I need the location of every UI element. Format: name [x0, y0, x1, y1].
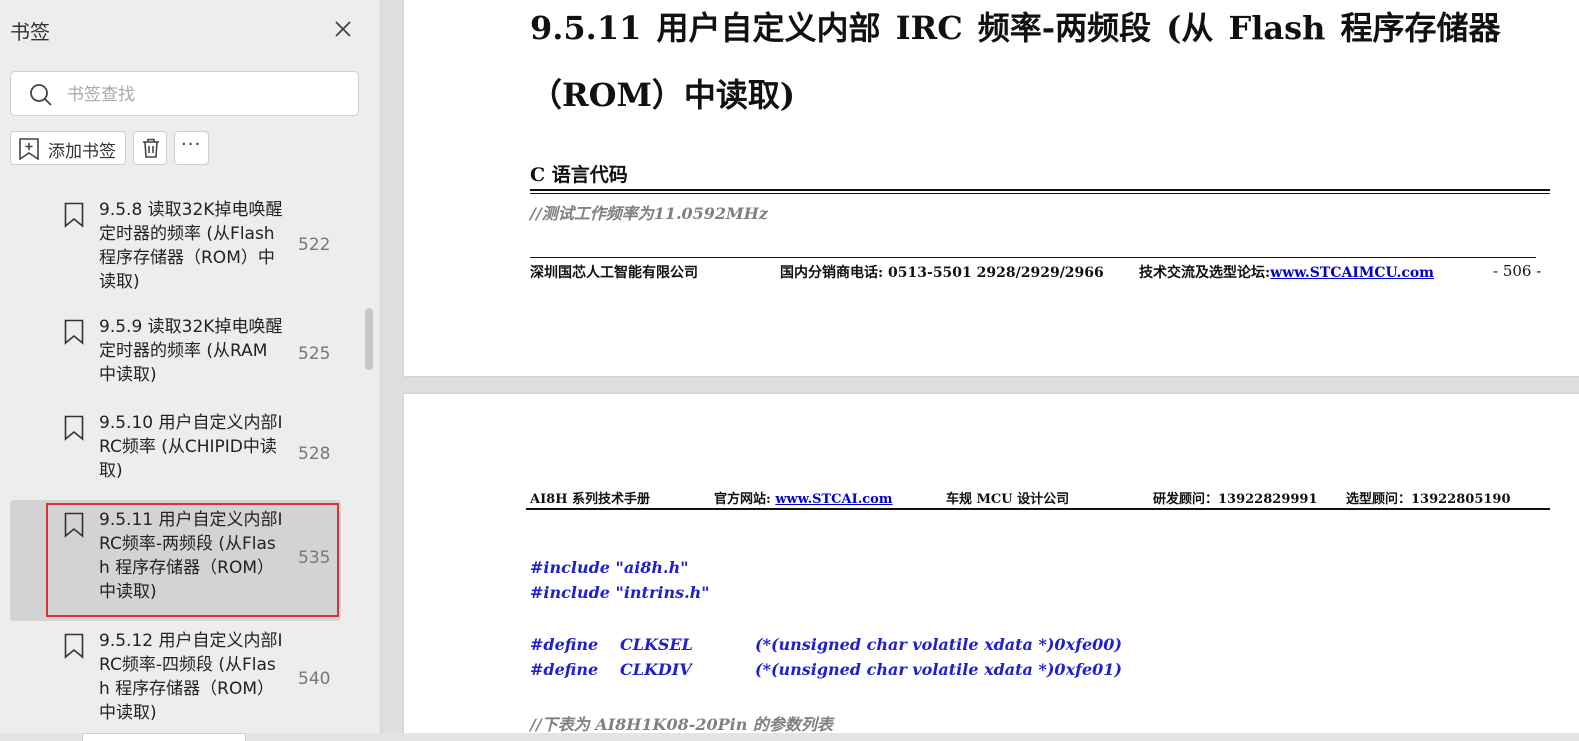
header-website: 官方网站: www.STCAI.com: [714, 488, 893, 507]
code-define-name: CLKSEL: [620, 635, 693, 654]
bookmark-page-number: 525: [298, 344, 331, 364]
heading-rule: [530, 189, 1550, 191]
header-sales-contact: 选型顾问：13922805190: [1346, 492, 1511, 507]
delete-bookmark-button[interactable]: [133, 131, 167, 165]
bookmark-item[interactable]: 9.5.8 读取32K掉电唤醒 定时器的频率 (从Flash 程序存储器（ROM）中…: [0, 190, 362, 307]
bookmark-item[interactable]: 9.5.10 用户自定义内部I RC频率 (从CHIPID中读 取) 528: [0, 403, 362, 500]
document-viewer: 9.5.11 用户自定义内部 IRC 频率-两频段 (从 Flash 程序存储器…: [381, 0, 1579, 741]
code-comment: //测试工作频率为11.0592MHz: [530, 204, 768, 223]
page-number: - 506 -: [1493, 262, 1542, 280]
footer-rule: [530, 257, 1536, 258]
header-manual-title: AI8H 系列技术手册: [530, 492, 651, 507]
code-define-keyword: #define: [530, 660, 599, 679]
bookmark-search-box[interactable]: [10, 71, 359, 116]
trash-icon: [143, 138, 159, 158]
bookmark-icon: [64, 319, 84, 345]
document-page: 9.5.11 用户自定义内部 IRC 频率-两频段 (从 Flash 程序存储器…: [404, 0, 1579, 376]
bookmark-item[interactable]: 9.5.12 用户自定义内部I RC频率-四频段 (从Flas h 程序存储器（RO…: [0, 621, 362, 741]
code-define-name: CLKDIV: [620, 660, 692, 679]
bookmark-page-number: 528: [298, 444, 331, 464]
bookmark-page-number: 522: [298, 235, 331, 255]
header-website-label: 官方网站:: [714, 492, 776, 507]
panel-title: 书签: [10, 20, 50, 44]
header-rd-contact: 研发顾问：13922829991: [1153, 492, 1318, 507]
section-heading-line1: 9.5.11 用户自定义内部 IRC 频率-两频段 (从 Flash 程序存储器: [530, 9, 1501, 47]
code-comment: //下表为 AI8H1K08-20Pin 的参数列表: [530, 715, 833, 734]
bookmark-page-number: 535: [298, 548, 331, 568]
bookmark-label: 9.5.11 用户自定义内部I RC频率-两频段 (从Flas h 程序存储器（RO…: [99, 510, 283, 602]
footer-company: 深圳国芯人工智能有限公司: [530, 265, 698, 281]
footer-forum-link[interactable]: www.STCAIMCU.com: [1270, 265, 1434, 281]
bookmark-item-selected[interactable]: 9.5.11 用户自定义内部I RC频率-两频段 (从Flas h 程序存储器（RO…: [0, 500, 362, 621]
close-icon[interactable]: [332, 18, 354, 40]
bookmark-label: 9.5.10 用户自定义内部I RC频率 (从CHIPID中读 取): [99, 413, 283, 481]
add-bookmark-button[interactable]: 添加书签: [10, 131, 126, 165]
header-rule: [526, 508, 1550, 510]
bookmark-search-input[interactable]: [65, 80, 349, 110]
footer-forum-label: 技术交流及选型论坛:: [1139, 265, 1271, 281]
bookmark-icon: [64, 512, 84, 538]
bookmark-icon: [64, 202, 84, 228]
bookmark-icon: [64, 415, 84, 441]
code-include: #include "intrins.h": [530, 583, 710, 602]
bookmark-list-scrollbar[interactable]: [365, 308, 373, 370]
subsection-heading: C 语言代码: [530, 164, 628, 186]
bookmark-panel: 书签 添加书签 ··· 9.5.8 读取32K掉电唤醒定时器的频率 (从Flas…: [0, 0, 381, 741]
bookmark-label: 9.5.12 用户自定义内部I RC频率-四频段 (从Flas h 程序存储器（RO…: [99, 631, 283, 723]
code-define-value: (*(unsigned char volatile xdata *)0xfe01…: [755, 660, 1122, 679]
heading-rule-thin: [530, 193, 1550, 194]
bookmark-page-number: 540: [298, 669, 331, 689]
header-company: 车规 MCU 设计公司: [946, 492, 1070, 507]
bookmark-list: 9.5.8 读取32K掉电唤醒 定时器的频率 (从Flash 程序存储器（ROM）中…: [0, 190, 362, 741]
code-include: #include "ai8h.h": [530, 558, 689, 577]
document-page: AI8H 系列技术手册 官方网站: www.STCAI.com 车规 MCU 设…: [404, 394, 1579, 741]
more-icon: ···: [181, 134, 202, 155]
bookmark-label: 9.5.8 读取32K掉电唤醒 定时器的频率 (从Flash 程序存储器（ROM）中…: [99, 200, 283, 292]
code-define-keyword: #define: [530, 635, 599, 654]
bookmark-icon: [64, 633, 84, 659]
section-heading-line2: （ROM）中读取): [530, 76, 796, 114]
bookmark-label: 9.5.9 读取32K掉电唤醒 定时器的频率 (从RAM 中读取): [99, 317, 283, 385]
bookmark-add-icon: [19, 138, 39, 160]
search-icon: [30, 84, 52, 106]
add-bookmark-label: 添加书签: [48, 142, 116, 162]
bookmark-item[interactable]: 9.5.9 读取32K掉电唤醒 定时器的频率 (从RAM 中读取) 525: [0, 307, 362, 403]
footer-phone: 国内分销商电话: 0513-5501 2928/2929/2966: [780, 265, 1104, 281]
code-define-value: (*(unsigned char volatile xdata *)0xfe00…: [755, 635, 1122, 654]
bottom-tab[interactable]: [82, 733, 246, 741]
footer-forum: 技术交流及选型论坛:www.STCAIMCU.com: [1139, 262, 1434, 282]
more-options-button[interactable]: ···: [174, 131, 209, 165]
header-website-link[interactable]: www.STCAI.com: [775, 492, 892, 507]
